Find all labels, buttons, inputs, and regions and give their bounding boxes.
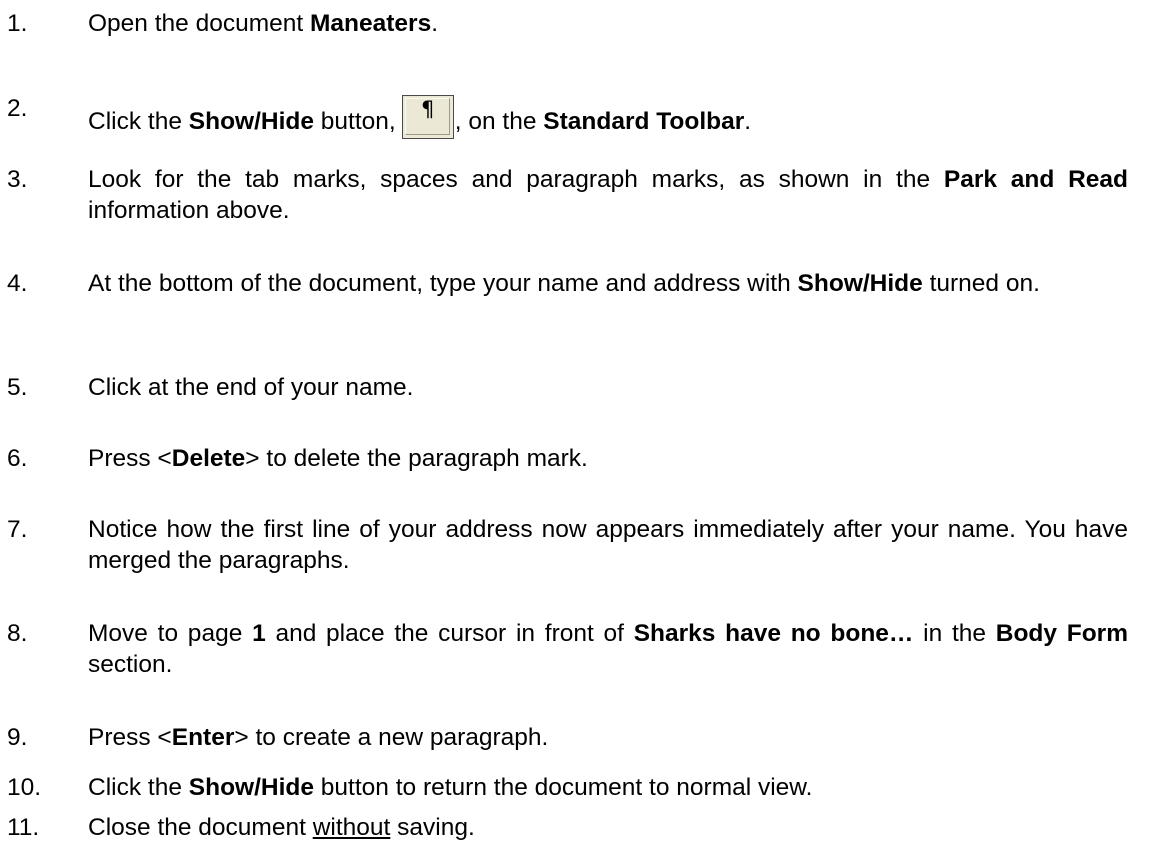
step-text: Look for the tab marks, spaces and parag… xyxy=(88,166,1128,224)
step-number: 5. xyxy=(7,374,28,401)
step-text: Notice how the first line of your addres… xyxy=(88,516,1128,574)
step-text: Press <Delete> to delete the paragraph m… xyxy=(88,445,588,472)
step-text: Click at the end of your name. xyxy=(88,374,414,401)
step-number: 2. xyxy=(7,95,28,122)
show-hide-button[interactable]: ¶ xyxy=(401,95,454,139)
step-number: 6. xyxy=(7,445,28,472)
step-text: Open the document Maneaters. xyxy=(88,10,439,37)
key-name: Delete xyxy=(171,445,246,472)
step-number: 8. xyxy=(7,620,28,647)
toolbar-name: Standard Toolbar xyxy=(543,108,745,135)
step-number: 10. xyxy=(7,774,42,801)
step-text: Click the Show/Hide button, ¶, on the Sta… xyxy=(88,93,1128,139)
step-number: 3. xyxy=(7,166,28,193)
step-text: Press <Enter> to create a new paragraph. xyxy=(88,724,549,751)
step-number: 9. xyxy=(7,724,28,751)
step-text: Close the document without saving. xyxy=(88,814,475,841)
step-number: 7. xyxy=(7,516,28,543)
key-name: Enter xyxy=(171,724,235,751)
instruction-document: 1. Open the document Maneaters. 2. Click… xyxy=(0,0,1149,843)
step-number: 4. xyxy=(7,270,28,297)
step-number: 11. xyxy=(7,814,40,841)
emphasis-underline: without xyxy=(312,814,391,841)
step-text: At the bottom of the document, type your… xyxy=(88,270,1040,297)
pilcrow-icon: ¶ xyxy=(421,97,435,121)
document-name: Maneaters xyxy=(310,10,432,37)
step-text: Click the Show/Hide button to return the… xyxy=(88,774,813,801)
step-number: 1. xyxy=(7,10,28,37)
step-text: Move to page 1 and place the cursor in f… xyxy=(88,620,1129,678)
